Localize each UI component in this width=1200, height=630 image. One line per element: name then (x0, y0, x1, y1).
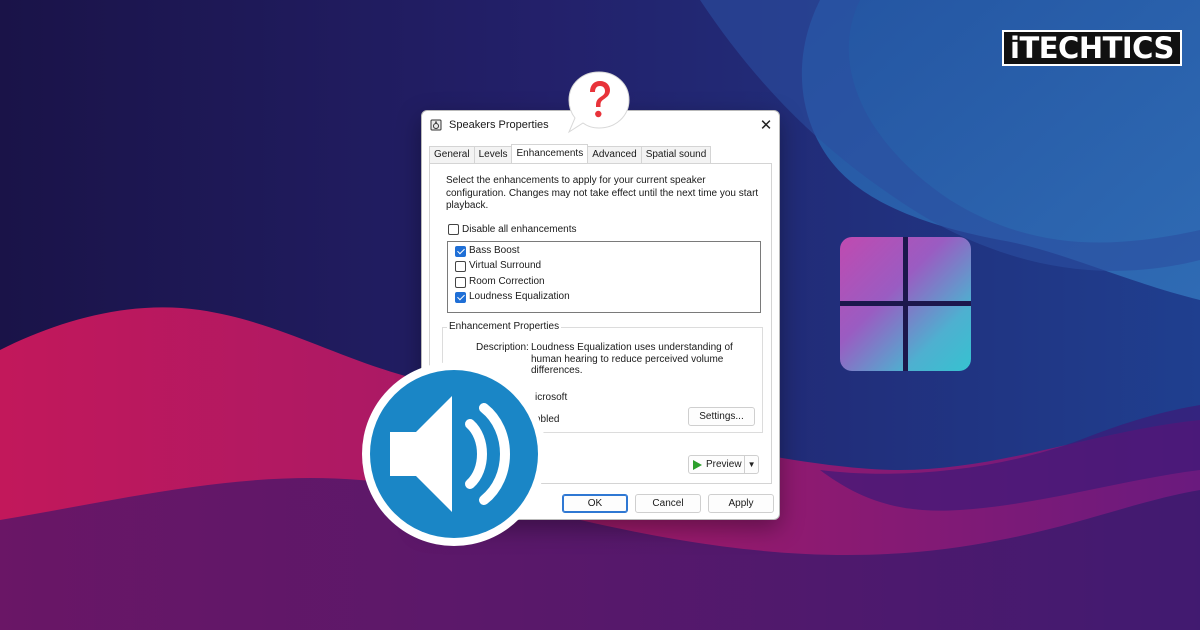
play-icon (693, 459, 702, 470)
question-mark-icon (567, 71, 630, 134)
speaker-volume-icon (362, 362, 546, 546)
preview-split-button[interactable]: Preview ▼ (688, 455, 759, 474)
bass-boost-label: Bass Boost (469, 245, 520, 256)
description-value: Loudness Equalization uses understanding… (531, 342, 733, 376)
logo-text: iTECHTICS (1010, 30, 1174, 65)
ok-button[interactable]: OK (562, 494, 628, 513)
apply-button[interactable]: Apply (708, 494, 774, 513)
cancel-button[interactable]: Cancel (635, 494, 701, 513)
close-button[interactable]: ✕ (756, 115, 776, 135)
enhancements-description: Select the enhancements to apply for you… (446, 175, 759, 211)
room-correction-label: Room Correction (469, 276, 545, 287)
disable-all-checkbox[interactable] (448, 224, 459, 235)
itechtics-logo: iTECHTICS (1002, 30, 1182, 66)
bass-boost-checkbox[interactable] (455, 246, 466, 257)
close-icon: ✕ (759, 117, 773, 134)
virtual-surround-label: Virtual Surround (469, 260, 542, 271)
tab-enhancements[interactable]: Enhancements (511, 144, 589, 163)
tab-spatial-sound[interactable]: Spatial sound (640, 146, 712, 163)
virtual-surround-checkbox[interactable] (455, 261, 466, 272)
preview-dropdown-arrow[interactable]: ▼ (745, 456, 758, 473)
disable-all-label: Disable all enhancements (462, 224, 577, 235)
loudness-equalization-checkbox[interactable] (455, 292, 466, 303)
room-correction-checkbox[interactable] (455, 277, 466, 288)
hero-banner: iTECHTICS Speakers Properties ✕ General … (0, 0, 1200, 630)
tab-advanced[interactable]: Advanced (587, 146, 642, 163)
group-title: Enhancement Properties (447, 321, 562, 332)
loudness-equalization-label: Loudness Equalization (469, 291, 570, 302)
windows-logo-icon (840, 237, 971, 371)
preview-button[interactable]: Preview (689, 456, 744, 473)
speaker-device-icon (430, 119, 442, 131)
tab-levels[interactable]: Levels (473, 146, 513, 163)
settings-button[interactable]: Settings... (688, 407, 755, 426)
preview-label: Preview (706, 459, 742, 470)
enhancements-list: Bass Boost Virtual Surround Room Correct… (447, 241, 761, 313)
description-label: Description: (476, 342, 529, 353)
tab-general[interactable]: General (429, 146, 475, 163)
dialog-title: Speakers Properties (449, 119, 549, 131)
chevron-down-icon: ▼ (747, 460, 756, 469)
tab-strip: General Levels Enhancements Advanced Spa… (429, 144, 712, 163)
